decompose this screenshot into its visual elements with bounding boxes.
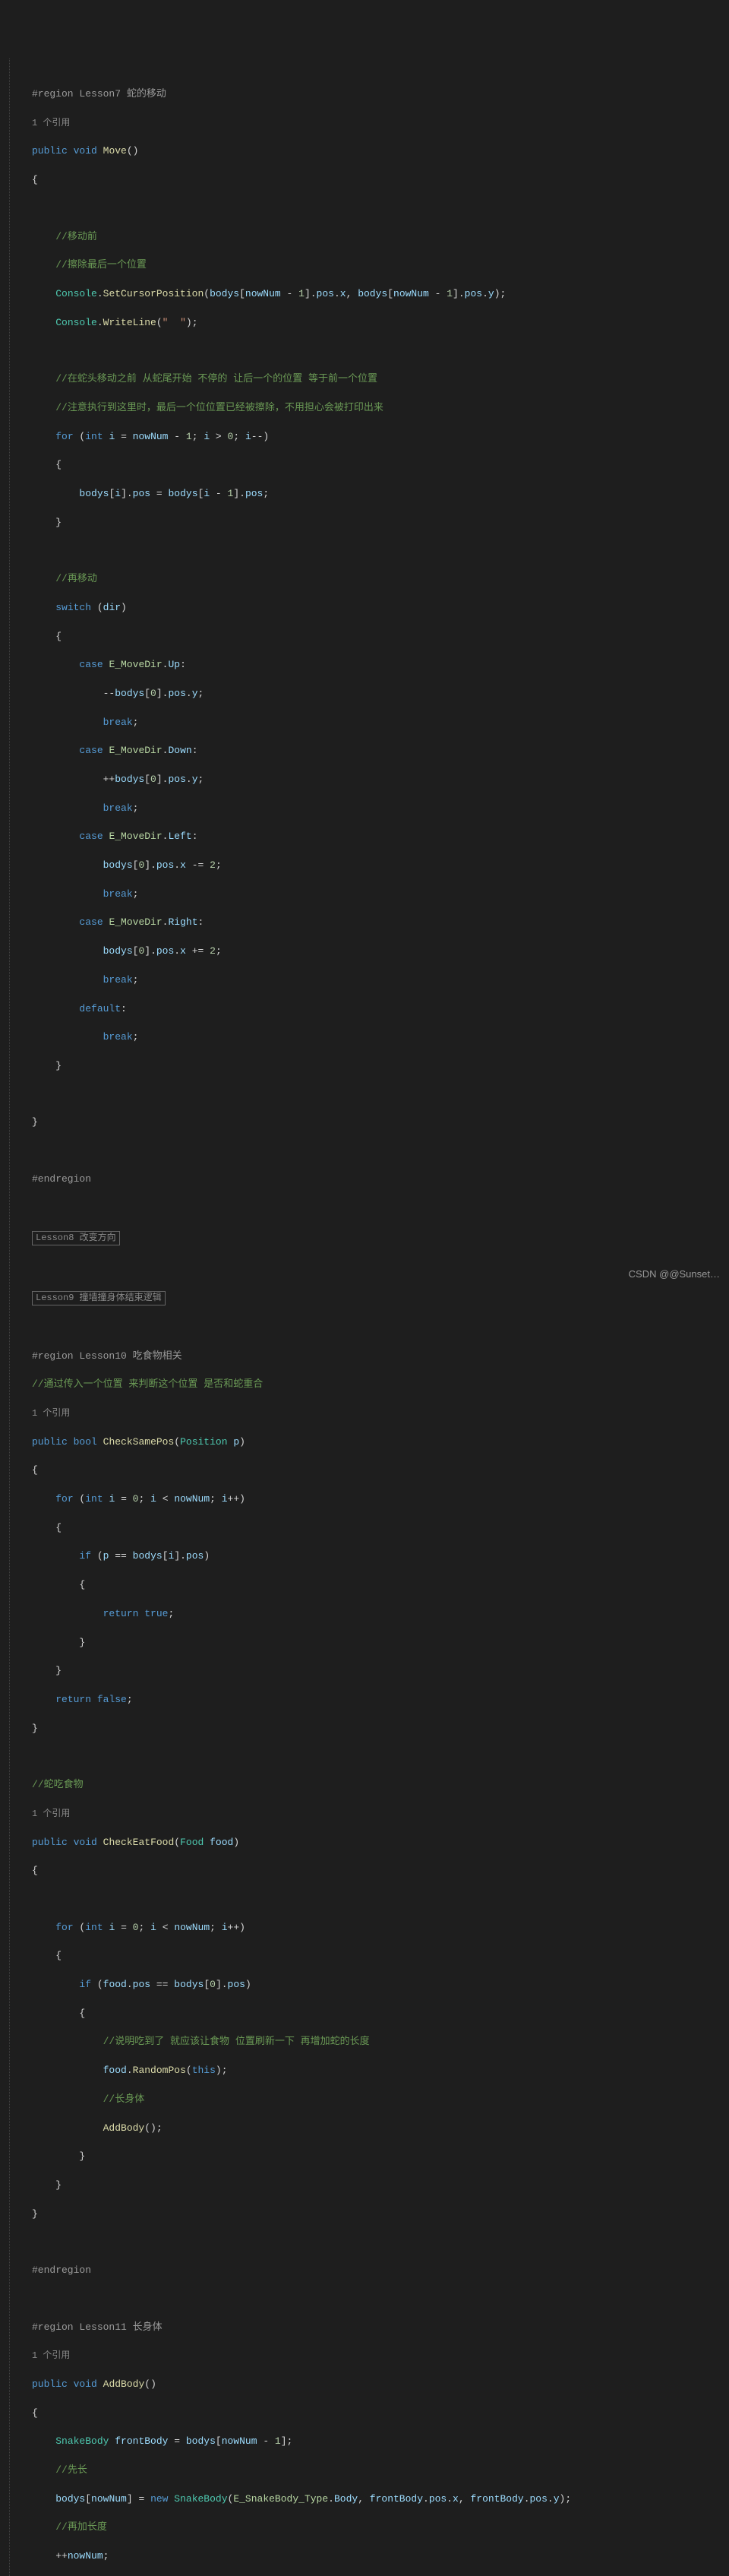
- comment: //擦除最后一个位置: [55, 259, 147, 271]
- codelens-ref[interactable]: 1 个引用: [32, 1408, 70, 1419]
- indent-guide: [9, 59, 21, 2576]
- variable: dir: [103, 602, 121, 613]
- keyword: false: [97, 1694, 127, 1705]
- property: pos: [317, 288, 334, 299]
- folded-region[interactable]: Lesson9 撞墙撞身体结束逻辑: [32, 1291, 166, 1305]
- keyword: case: [79, 659, 103, 670]
- enum-member: Right: [168, 916, 197, 928]
- code-editor[interactable]: #region Lesson7 蛇的移动 1 个引用 public void M…: [9, 59, 729, 2576]
- keyword: int: [85, 1493, 103, 1505]
- enum-member: Body: [334, 2493, 358, 2505]
- method-name: CheckEatFood: [103, 1837, 175, 1848]
- property: x: [180, 859, 186, 871]
- variable: nowNum: [393, 288, 429, 299]
- method-name: Move: [103, 145, 127, 157]
- keyword: void: [74, 2378, 97, 2390]
- comment: //说明吃到了 就应该让食物 位置刷新一下 再增加蛇的长度: [103, 2036, 370, 2047]
- enum-type: E_MoveDir: [109, 831, 162, 842]
- folded-region[interactable]: Lesson8 改变方向: [32, 1231, 120, 1245]
- keyword: return: [103, 1608, 139, 1619]
- keyword: public: [32, 145, 68, 157]
- keyword: void: [74, 145, 97, 157]
- variable: i: [109, 431, 115, 442]
- property: x: [453, 2493, 459, 2505]
- keyword: public: [32, 2378, 68, 2390]
- endregion-directive: #endregion: [32, 1173, 91, 1185]
- type: Position: [180, 1436, 227, 1448]
- enum-member: Down: [168, 745, 191, 756]
- parameter: p: [233, 1436, 239, 1448]
- enum-type: E_MoveDir: [109, 745, 162, 756]
- comment: //注意执行到这里时，最后一个位位置已经被擦除，不用担心会被打印出来: [55, 402, 383, 413]
- variable: bodys: [133, 1550, 163, 1562]
- type: Food: [180, 1837, 204, 1848]
- property: y: [192, 688, 198, 699]
- endregion-directive: #endregion: [32, 2264, 91, 2276]
- keyword: switch: [55, 602, 91, 613]
- comment: //在蛇头移动之前 从蛇尾开始 不停的 让后一个的位置 等于前一个位置: [55, 373, 377, 385]
- enum-type: E_MoveDir: [109, 659, 162, 670]
- type: Console: [55, 317, 97, 328]
- variable: bodys: [210, 288, 239, 299]
- keyword: for: [55, 431, 73, 442]
- variable: i: [109, 1493, 115, 1505]
- enum-type: E_SnakeBody_Type: [233, 2493, 328, 2505]
- keyword: new: [150, 2493, 168, 2505]
- variable: bodys: [186, 2435, 216, 2447]
- property: pos: [186, 1550, 204, 1562]
- comment: //再移动: [55, 573, 97, 584]
- codelens-ref[interactable]: 1 个引用: [32, 1809, 70, 1819]
- variable: nowNum: [245, 288, 281, 299]
- number: 0: [133, 1493, 139, 1505]
- parameter: food: [210, 1837, 233, 1848]
- property: pos: [429, 2493, 447, 2505]
- comment: //长身体: [103, 2093, 145, 2105]
- comment: //移动前: [55, 231, 97, 242]
- enum-member: Left: [168, 831, 191, 842]
- region-directive: #region Lesson7 蛇的移动: [32, 88, 166, 100]
- enum-member: Up: [168, 659, 180, 670]
- keyword: default: [79, 1003, 121, 1014]
- comment: //再加长度: [55, 2521, 107, 2533]
- variable: frontBody: [115, 2435, 168, 2447]
- type: Console: [55, 288, 97, 299]
- method-name: CheckSamePos: [103, 1436, 175, 1448]
- variable: nowNum: [174, 1493, 210, 1505]
- keyword: void: [74, 1837, 97, 1848]
- method-call: AddBody: [103, 2122, 145, 2134]
- type: SnakeBody: [55, 2435, 109, 2447]
- comment: //先长: [55, 2464, 87, 2476]
- property: y: [554, 2493, 560, 2505]
- keyword: public: [32, 1436, 68, 1448]
- variable: nowNum: [222, 2435, 257, 2447]
- keyword: break: [103, 717, 133, 728]
- variable: bodys: [358, 288, 387, 299]
- codelens-ref[interactable]: 1 个引用: [32, 118, 70, 128]
- number: 1: [275, 2435, 281, 2447]
- keyword: if: [79, 1550, 91, 1562]
- keyword: for: [55, 1493, 73, 1505]
- keyword: bool: [74, 1436, 97, 1448]
- comment: //蛇吃食物: [32, 1779, 84, 1790]
- method-call: SetCursorPosition: [103, 288, 204, 299]
- keyword: int: [85, 431, 103, 442]
- codelens-ref[interactable]: 1 个引用: [32, 2350, 70, 2361]
- method-name: AddBody: [103, 2378, 145, 2390]
- comment: //通过传入一个位置 来判断这个位置 是否和蛇重合: [32, 1378, 263, 1390]
- watermark: CSDN @@Sunset…: [629, 1267, 720, 1282]
- keyword: true: [144, 1608, 168, 1619]
- region-directive: #region Lesson11 长身体: [32, 2321, 163, 2333]
- region-directive: #region Lesson10 吃食物相关: [32, 1350, 182, 1362]
- method-call: RandomPos: [133, 2065, 186, 2076]
- method-call: WriteLine: [103, 317, 156, 328]
- keyword: this: [192, 2065, 216, 2076]
- string-literal: " ": [163, 317, 186, 328]
- enum-type: E_MoveDir: [109, 916, 162, 928]
